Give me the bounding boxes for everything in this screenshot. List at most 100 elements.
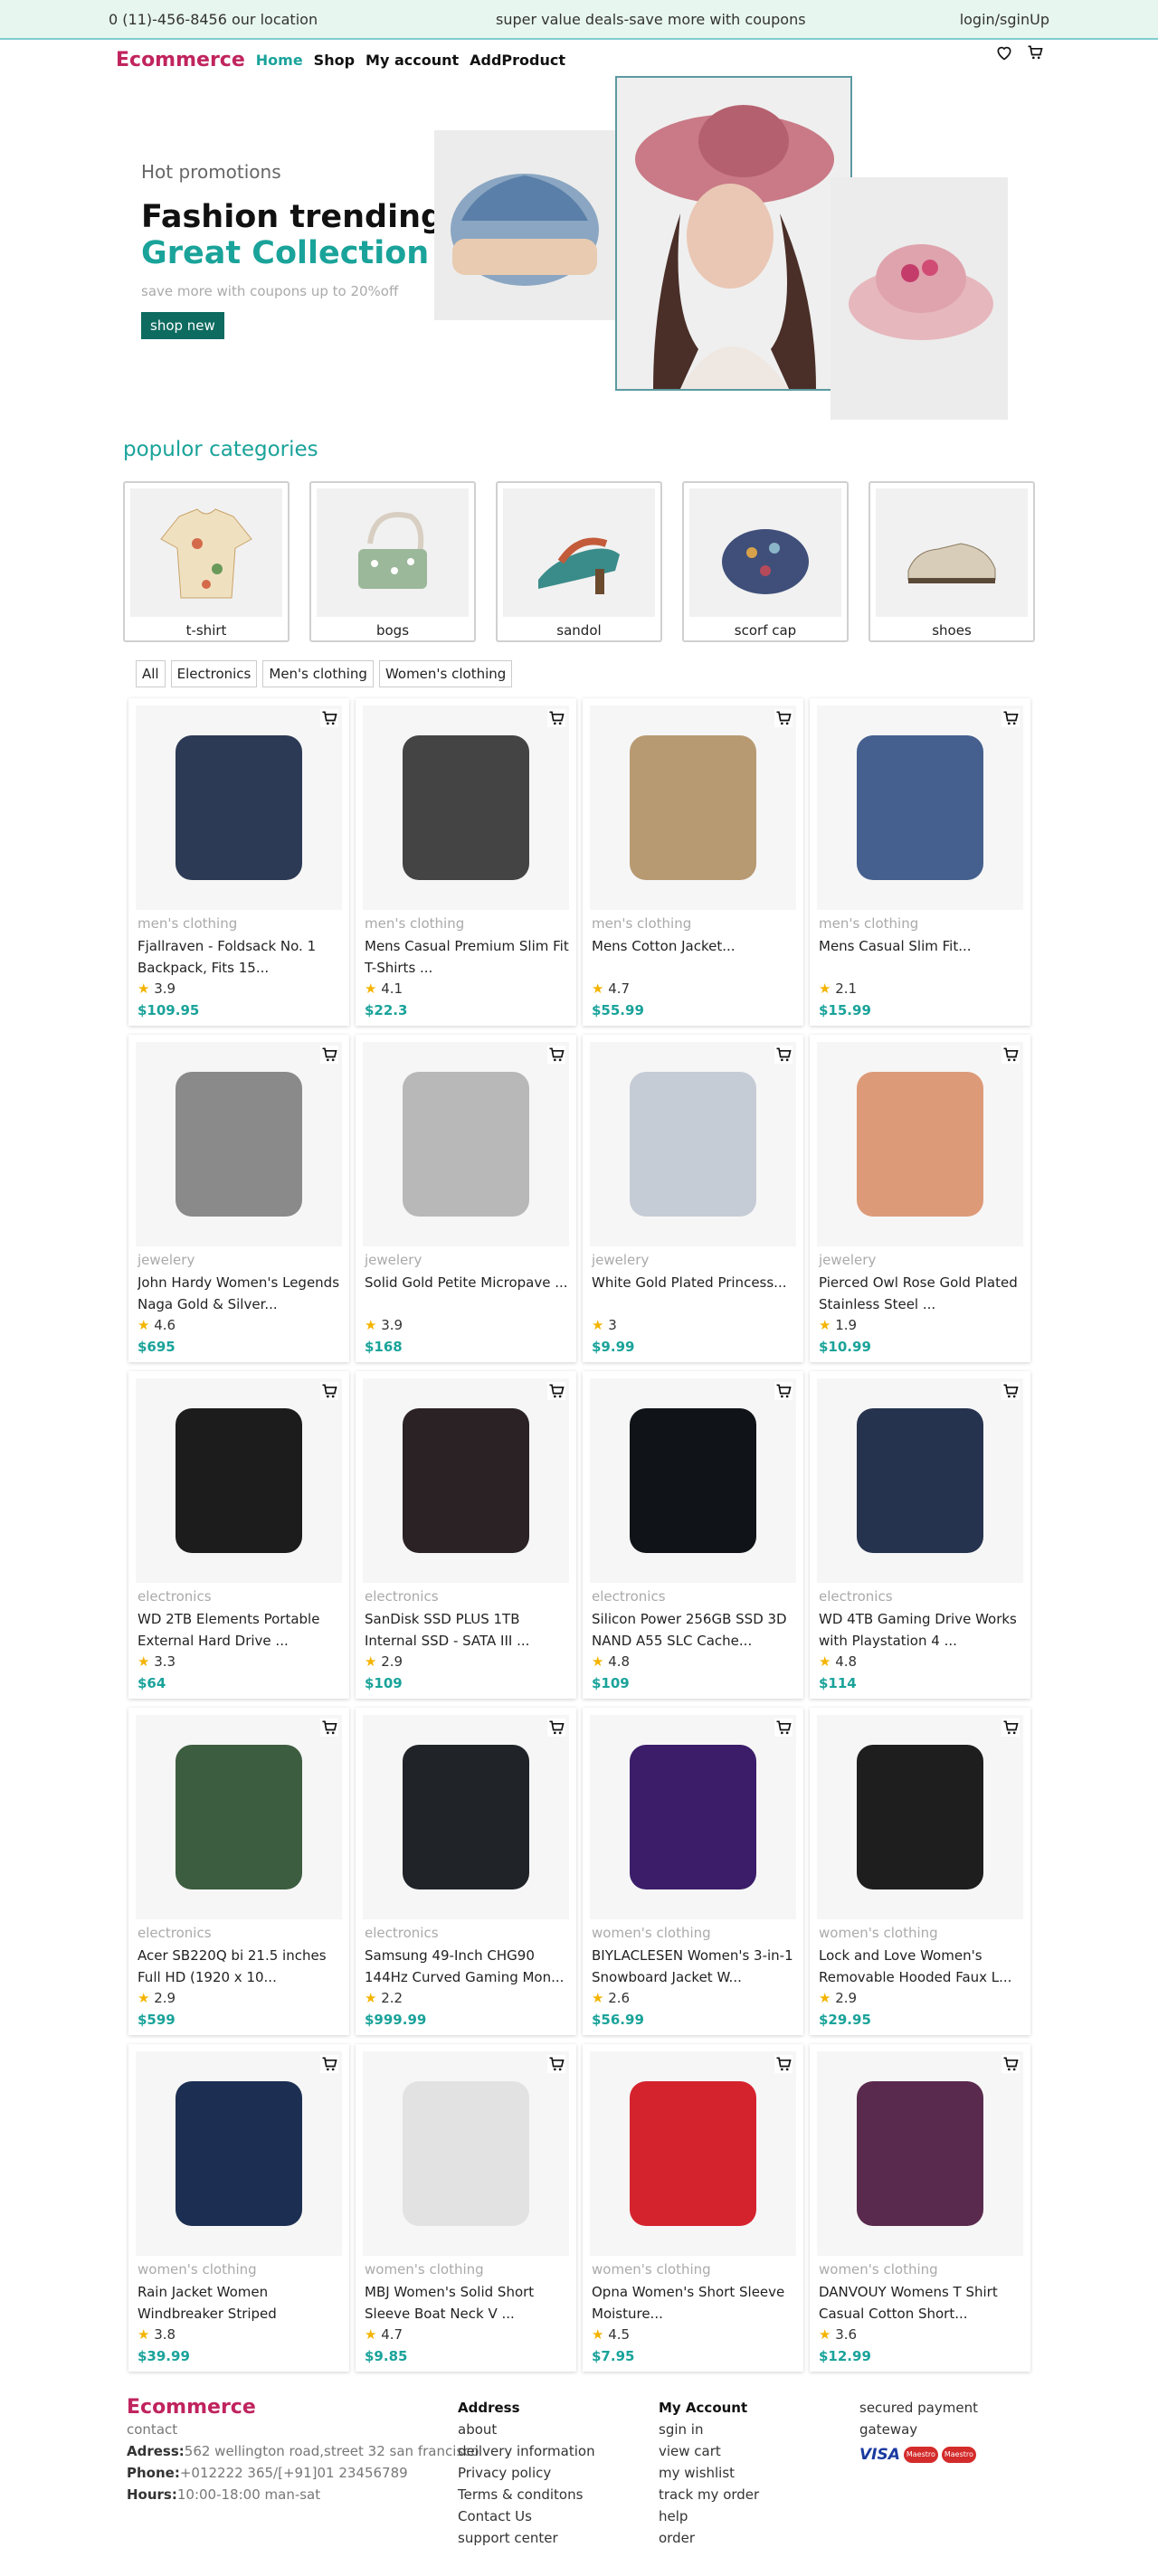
product-card[interactable]: women's clothing BIYLACLESEN Women's 3-in… <box>583 1708 803 2035</box>
product-title[interactable]: MBJ Women's Solid Short Sleeve Boat Neck… <box>365 2281 569 2325</box>
category-scarf-cap[interactable]: scorf cap <box>682 481 849 642</box>
product-card[interactable]: men's clothing Mens Casual Slim Fit... ★ 2… <box>810 698 1030 1026</box>
product-title[interactable]: Mens Cotton Jacket... <box>592 935 796 979</box>
product-title[interactable]: Rain Jacket Women Windbreaker Striped Cl… <box>138 2281 342 2325</box>
add-to-cart-icon[interactable] <box>774 1382 793 1400</box>
product-card[interactable]: women's clothing MBJ Women's Solid Short … <box>356 2044 576 2372</box>
product-title[interactable]: Solid Gold Petite Micropave ... <box>365 1272 569 1315</box>
category-list: t-shirt bogs sandol scorf cap shoes <box>123 481 1035 642</box>
category-shoes[interactable]: shoes <box>868 481 1035 642</box>
add-to-cart-icon[interactable] <box>1001 1719 1020 1737</box>
product-card[interactable]: jewelery White Gold Plated Princess... ★ 3… <box>583 1035 803 1362</box>
shop-now-button[interactable]: shop new <box>141 311 224 339</box>
product-image <box>817 706 1023 910</box>
footer-link-signin[interactable]: sgin in <box>659 2419 759 2440</box>
add-to-cart-icon[interactable] <box>547 1046 565 1064</box>
promo-text: super value deals-save more with coupons <box>496 10 806 28</box>
footer-link-support[interactable]: support center <box>458 2527 595 2549</box>
add-to-cart-icon[interactable] <box>1001 2055 1020 2073</box>
add-to-cart-icon[interactable] <box>547 1382 565 1400</box>
filter-tabs: All Electronics Men's clothing Women's c… <box>136 660 513 687</box>
add-to-cart-icon[interactable] <box>320 1046 338 1064</box>
add-to-cart-icon[interactable] <box>774 709 793 727</box>
filter-mens-clothing[interactable]: Men's clothing <box>262 660 374 687</box>
footer-link-help[interactable]: help <box>659 2505 759 2527</box>
add-to-cart-icon[interactable] <box>774 2055 793 2073</box>
footer-link-order[interactable]: order <box>659 2527 759 2549</box>
product-title[interactable]: Lock and Love Women's Removable Hooded F… <box>819 1945 1023 1988</box>
hero-subtitle: Hot promotions <box>141 161 281 183</box>
product-title[interactable]: Samsung 49-Inch CHG90 144Hz Curved Gamin… <box>365 1945 569 1988</box>
product-category: jewelery <box>365 1252 422 1268</box>
product-card[interactable]: jewelery Pierced Owl Rose Gold Plated Sta… <box>810 1035 1030 1362</box>
product-category: men's clothing <box>819 915 919 932</box>
add-to-cart-icon[interactable] <box>320 2055 338 2073</box>
product-card[interactable]: women's clothing DANVOUY Womens T Shirt C… <box>810 2044 1030 2372</box>
footer-link-privacy[interactable]: Privacy policy <box>458 2462 595 2484</box>
footer-link-about[interactable]: about <box>458 2419 595 2440</box>
product-title[interactable]: Opna Women's Short Sleeve Moisture... <box>592 2281 796 2325</box>
nav-add-product[interactable]: AddProduct <box>470 52 565 69</box>
product-title[interactable]: WD 4TB Gaming Drive Works with Playstati… <box>819 1608 1023 1652</box>
add-to-cart-icon[interactable] <box>1001 709 1020 727</box>
product-card[interactable]: men's clothing Mens Cotton Jacket... ★ 4.7… <box>583 698 803 1026</box>
product-card[interactable]: men's clothing Mens Casual Premium Slim F… <box>356 698 576 1026</box>
add-to-cart-icon[interactable] <box>320 1719 338 1737</box>
add-to-cart-icon[interactable] <box>774 1719 793 1737</box>
filter-electronics[interactable]: Electronics <box>170 660 258 687</box>
footer-link-track[interactable]: track my order <box>659 2484 759 2505</box>
nav-home[interactable]: Home <box>256 52 303 69</box>
category-sandals[interactable]: sandol <box>496 481 662 642</box>
login-link[interactable]: login/sginUp <box>960 11 1049 28</box>
product-card[interactable]: electronics WD 4TB Gaming Drive Works wit… <box>810 1371 1030 1699</box>
product-title[interactable]: Mens Casual Slim Fit... <box>819 935 1023 979</box>
product-card[interactable]: jewelery Solid Gold Petite Micropave ... ★… <box>356 1035 576 1362</box>
product-title[interactable]: DANVOUY Womens T Shirt Casual Cotton Sho… <box>819 2281 1023 2325</box>
product-price: $9.85 <box>365 2348 408 2364</box>
footer-link-wishlist[interactable]: my wishlist <box>659 2462 759 2484</box>
product-card[interactable]: electronics Silicon Power 256GB SSD 3D NA… <box>583 1371 803 1699</box>
footer-link-terms[interactable]: Terms & conditons <box>458 2484 595 2505</box>
add-to-cart-icon[interactable] <box>1001 1382 1020 1400</box>
filter-all[interactable]: All <box>136 660 166 687</box>
product-card[interactable]: electronics Samsung 49-Inch CHG90 144Hz C… <box>356 1708 576 2035</box>
nav-shop[interactable]: Shop <box>314 52 355 69</box>
footer-link-cart[interactable]: view cart <box>659 2440 759 2462</box>
product-price: $12.99 <box>819 2348 871 2364</box>
product-card[interactable]: electronics SanDisk SSD PLUS 1TB Internal… <box>356 1371 576 1699</box>
add-to-cart-icon[interactable] <box>547 1719 565 1737</box>
product-title[interactable]: White Gold Plated Princess... <box>592 1272 796 1315</box>
add-to-cart-icon[interactable] <box>320 1382 338 1400</box>
filter-womens-clothing[interactable]: Women's clothing <box>378 660 513 687</box>
add-to-cart-icon[interactable] <box>320 709 338 727</box>
product-title[interactable]: Pierced Owl Rose Gold Plated Stainless S… <box>819 1272 1023 1315</box>
product-card[interactable]: electronics WD 2TB Elements Portable Exte… <box>128 1371 349 1699</box>
heart-icon[interactable] <box>995 43 1013 65</box>
add-to-cart-icon[interactable] <box>1001 1046 1020 1064</box>
product-card[interactable]: electronics Acer SB220Q bi 21.5 inches Fu… <box>128 1708 349 2035</box>
add-to-cart-icon[interactable] <box>774 1046 793 1064</box>
product-title[interactable]: Silicon Power 256GB SSD 3D NAND A55 SLC … <box>592 1608 796 1652</box>
category-bags[interactable]: bogs <box>309 481 476 642</box>
product-title[interactable]: SanDisk SSD PLUS 1TB Internal SSD - SATA… <box>365 1608 569 1652</box>
add-to-cart-icon[interactable] <box>547 2055 565 2073</box>
nav-my-account[interactable]: My account <box>365 52 459 69</box>
product-price: $999.99 <box>365 2012 427 2028</box>
product-card[interactable]: men's clothing Fjallraven - Foldsack No. … <box>128 698 349 1026</box>
add-to-cart-icon[interactable] <box>547 709 565 727</box>
product-title[interactable]: Acer SB220Q bi 21.5 inches Full HD (1920… <box>138 1945 342 1988</box>
product-card[interactable]: women's clothing Opna Women's Short Sleev… <box>583 2044 803 2372</box>
product-title[interactable]: Fjallraven - Foldsack No. 1 Backpack, Fi… <box>138 935 342 979</box>
category-tshirt[interactable]: t-shirt <box>123 481 290 642</box>
footer-link-contact[interactable]: Contact Us <box>458 2505 595 2527</box>
footer-link-delivery[interactable]: deilvery information <box>458 2440 595 2462</box>
product-title[interactable]: Mens Casual Premium Slim Fit T-Shirts ..… <box>365 935 569 979</box>
product-card[interactable]: women's clothing Rain Jacket Women Windbr… <box>128 2044 349 2372</box>
product-card[interactable]: jewelery John Hardy Women's Legends Naga … <box>128 1035 349 1362</box>
product-title[interactable]: WD 2TB Elements Portable External Hard D… <box>138 1608 342 1652</box>
product-card[interactable]: women's clothing Lock and Love Women's Re… <box>810 1708 1030 2035</box>
logo[interactable]: Ecommerce <box>116 49 245 71</box>
product-title[interactable]: John Hardy Women's Legends Naga Gold & S… <box>138 1272 342 1315</box>
cart-icon[interactable] <box>1026 43 1044 65</box>
product-title[interactable]: BIYLACLESEN Women's 3-in-1 Snowboard Jac… <box>592 1945 796 1988</box>
